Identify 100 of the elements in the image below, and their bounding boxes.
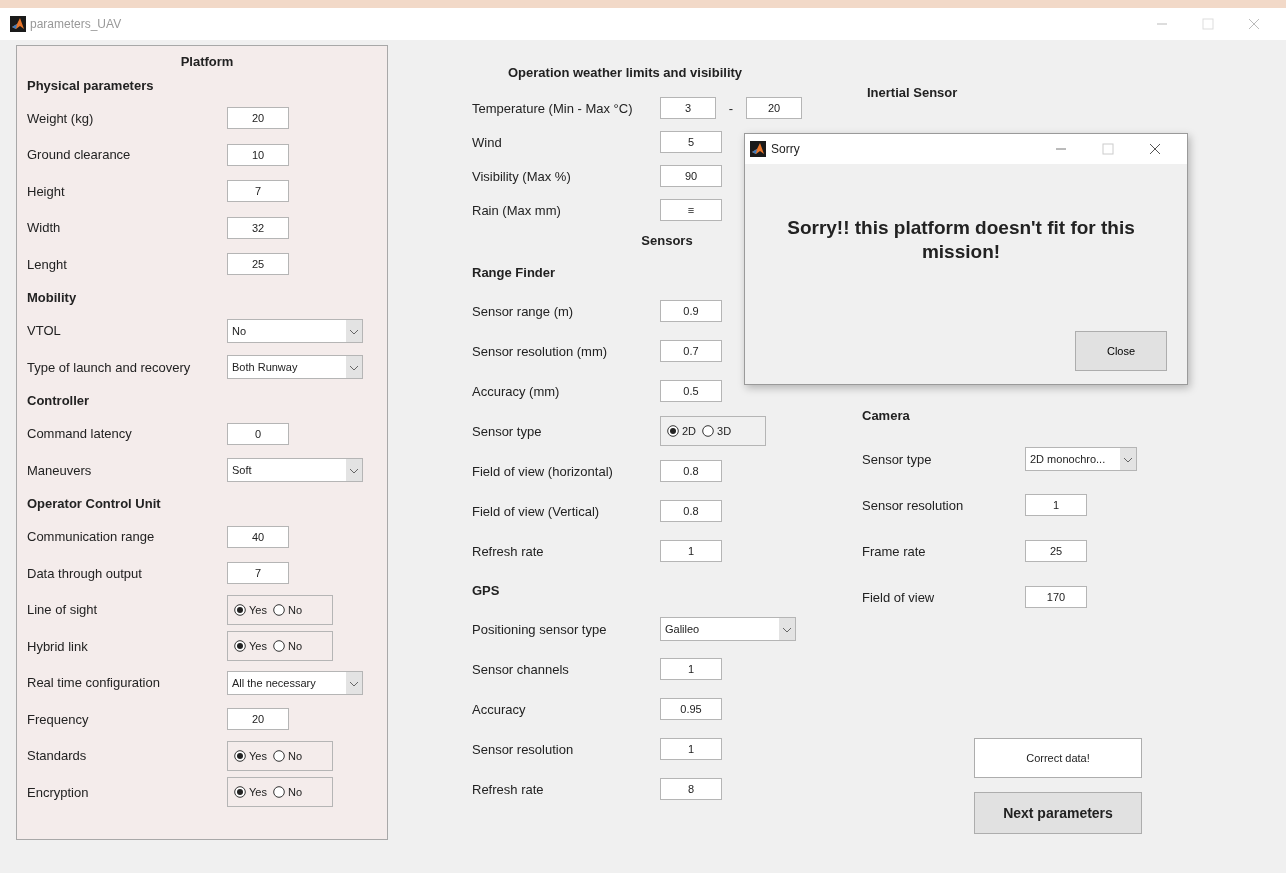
field-label: Sensor resolution — [862, 497, 965, 513]
field-label: Real time configuration — [27, 675, 161, 691]
value-field[interactable]: 1 — [660, 658, 722, 680]
field-label: Maneuvers — [27, 462, 93, 478]
value-field[interactable]: 1 — [660, 540, 722, 562]
field-label: VTOL — [27, 323, 62, 339]
field-label: Weight (kg) — [27, 110, 95, 126]
field-label: Accuracy (mm) — [472, 383, 561, 399]
dialog-message: Sorry!! this platform doesn't fit for this mission! — [786, 216, 1136, 264]
value-field[interactable]: 20 — [227, 107, 289, 130]
field-label: Frequency — [27, 711, 90, 727]
radio-option[interactable]: 3D — [702, 425, 732, 437]
section-heading: Camera — [862, 408, 910, 423]
field-label: Data through output — [27, 565, 143, 581]
radio-option[interactable]: No — [272, 786, 302, 799]
value-field[interactable]: 25 — [1025, 540, 1087, 562]
value-field[interactable]: 32 — [227, 216, 289, 239]
radio-option[interactable]: Yes — [234, 603, 267, 616]
dropdown[interactable]: Soft — [227, 458, 363, 483]
value-field[interactable]: ≡ — [660, 199, 722, 221]
section-heading: Operation weather limits and visibility — [508, 65, 743, 80]
value-field[interactable]: 10 — [227, 143, 289, 166]
value-field[interactable]: 40 — [227, 525, 289, 548]
value-field[interactable]: 0.7 — [660, 340, 722, 362]
value-field[interactable]: 20 — [227, 708, 289, 731]
app-logo-icon — [10, 16, 26, 32]
dialog-title: Sorry — [771, 142, 801, 156]
section-heading: Physical parameters — [27, 77, 154, 93]
value-field[interactable]: 90 — [660, 165, 722, 187]
section-heading: Operator Control Unit — [27, 496, 161, 511]
radio-option[interactable]: No — [272, 640, 302, 653]
panel-title: Platform — [180, 54, 234, 69]
value-field[interactable]: 1 — [660, 738, 722, 760]
value-field[interactable]: 170 — [1025, 586, 1087, 608]
next-button[interactable]: Next parameters — [974, 792, 1142, 834]
value-field[interactable]: 8 — [660, 778, 722, 800]
app-logo-icon — [750, 141, 766, 157]
field-label: Positioning sensor type — [472, 621, 608, 637]
field-label: Lenght — [27, 256, 68, 272]
dropdown[interactable]: No — [227, 318, 363, 343]
field-label: Standards — [27, 748, 88, 764]
radio-option[interactable]: No — [272, 603, 302, 616]
value-field[interactable]: 0.95 — [660, 698, 722, 720]
field-label: Sensor resolution (mm) — [472, 343, 609, 359]
value-field[interactable]: 1 — [1025, 494, 1087, 516]
field-label: Width — [27, 220, 62, 236]
close-button[interactable]: Close — [1075, 331, 1167, 371]
field-label: Sensor resolution — [472, 741, 575, 757]
field-label: Height — [27, 183, 66, 199]
section-heading: Controller — [27, 393, 90, 408]
min-field[interactable]: 3 — [660, 97, 716, 119]
section-heading: Range Finder — [472, 264, 556, 280]
value-field[interactable]: 0.8 — [660, 500, 722, 522]
value-field[interactable]: 0.8 — [660, 460, 722, 482]
field-label: Rain (Max mm) — [472, 202, 562, 218]
value-field[interactable]: 0.9 — [660, 300, 722, 322]
max-field[interactable]: 20 — [746, 97, 802, 119]
section-heading: Mobility — [27, 290, 77, 305]
field-label: Visibility (Max %) — [472, 168, 572, 184]
field-label: Sensor type — [862, 451, 933, 467]
section-heading: GPS — [472, 582, 500, 598]
field-label: Sensor type — [472, 423, 543, 439]
field-label: Field of view — [862, 589, 936, 605]
radio-option[interactable]: Yes — [234, 786, 267, 799]
radio-option[interactable]: No — [272, 749, 302, 762]
radio-option[interactable]: Yes — [234, 640, 267, 653]
section-heading: Inertial Sensor — [867, 85, 958, 100]
field-label: Wind — [472, 134, 503, 150]
field-label: Field of view (horizontal) — [472, 463, 614, 479]
section-heading: Sensors — [641, 232, 693, 248]
correct-button[interactable]: Correct data! — [974, 738, 1142, 778]
range-separator: - — [727, 100, 735, 116]
field-label: Line of sight — [27, 602, 99, 618]
field-label: Encryption — [27, 784, 90, 800]
radio-option[interactable]: 2D — [667, 425, 697, 437]
window-title: parameters_UAV — [30, 17, 123, 31]
radio-option[interactable]: Yes — [234, 749, 267, 762]
value-field[interactable]: 25 — [227, 253, 289, 276]
field-label: Accuracy — [472, 701, 527, 717]
field-label: Sensor channels — [472, 661, 570, 677]
value-field[interactable]: 0 — [227, 422, 289, 445]
field-label: Field of view (Vertical) — [472, 503, 601, 519]
dropdown[interactable]: Both Runway — [227, 355, 363, 380]
value-field[interactable]: 0.5 — [660, 380, 722, 402]
field-label: Type of launch and recovery — [27, 359, 192, 375]
field-label: Sensor range (m) — [472, 303, 575, 319]
dropdown[interactable]: Galileo — [660, 617, 796, 641]
dropdown[interactable]: All the necessary — [227, 670, 363, 695]
field-label: Communication range — [27, 529, 156, 545]
field-label: Ground clearance — [27, 147, 132, 163]
field-label: Refresh rate — [472, 543, 545, 559]
field-label: Temperature (Min - Max °C) — [472, 100, 634, 116]
value-field[interactable]: 7 — [227, 562, 289, 585]
value-field[interactable]: 5 — [660, 131, 722, 153]
value-field[interactable]: 7 — [227, 180, 289, 203]
field-label: Refresh rate — [472, 781, 545, 797]
field-label: Frame rate — [862, 543, 927, 559]
field-label: Command latency — [27, 426, 133, 442]
field-label: Hybrid link — [27, 638, 89, 654]
dropdown[interactable]: 2D monochro... — [1025, 447, 1137, 471]
